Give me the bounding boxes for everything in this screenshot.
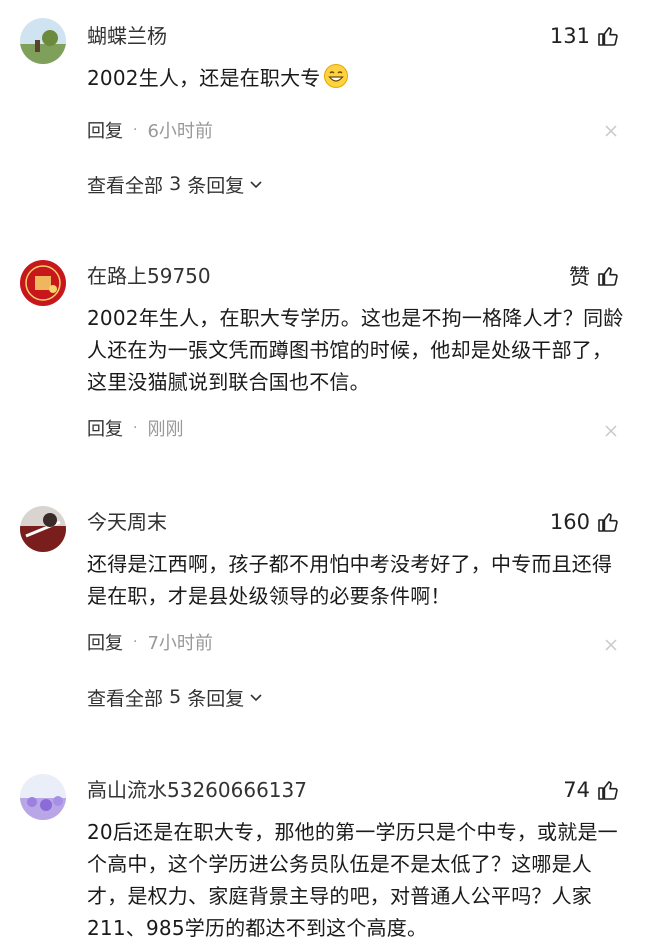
comment-text: 还得是江西啊，孩子都不用怕中考没考好了，中专而且还得是在职，才是县处级领导的必要… (87, 552, 613, 608)
chevron-down-icon (250, 181, 262, 189)
close-icon[interactable] (604, 638, 618, 652)
like-button[interactable]: 160 (550, 508, 620, 536)
separator-dot: · (133, 420, 138, 436)
separator-dot: · (133, 634, 138, 650)
comment-text: 20后还是在职大专，那他的第一学历只是个中专，或就是一个高中，这个学历进公务员队… (87, 820, 618, 940)
thumbs-up-icon (598, 27, 618, 46)
like-label: 赞 (569, 265, 590, 289)
close-icon[interactable] (604, 424, 618, 438)
avatar[interactable] (20, 18, 66, 64)
reply-button[interactable]: 回复 (87, 117, 123, 143)
like-button[interactable]: 赞 (569, 262, 620, 290)
avatar[interactable] (20, 774, 66, 820)
like-count: 160 (549, 510, 590, 534)
view-all-replies-button[interactable]: 查看全部 5 条回复 (87, 683, 264, 711)
avatar[interactable] (20, 506, 66, 552)
thumbs-up-icon (598, 267, 618, 286)
like-button[interactable]: 74 (563, 776, 620, 804)
chevron-down-icon (250, 694, 262, 702)
like-button[interactable]: 131 (550, 22, 620, 50)
comment-meta: 回复 · 7小时前 (87, 628, 213, 656)
thumbs-up-icon (598, 781, 618, 800)
username[interactable]: 在路上59750 (87, 262, 211, 290)
reply-button[interactable]: 回复 (87, 629, 123, 655)
grinning-face-emoji (323, 64, 348, 88)
username[interactable]: 高山流水53260666137 (87, 776, 307, 804)
comment-meta: 回复 · 刚刚 (87, 414, 183, 442)
timestamp: 7小时前 (147, 633, 213, 654)
close-icon[interactable] (604, 124, 618, 138)
view-all-replies-button[interactable]: 查看全部 3 条回复 (87, 170, 264, 198)
like-count: 131 (549, 24, 590, 48)
thumbs-up-icon (598, 513, 618, 532)
username[interactable]: 今天周末 (87, 508, 167, 536)
comment-meta: 回复 · 6小时前 (87, 116, 213, 144)
username[interactable]: 蝴蝶兰杨 (87, 22, 167, 50)
timestamp: 刚刚 (147, 419, 184, 440)
separator-dot: · (133, 122, 138, 138)
comment-text: 2002年生人，在职大专学历。这也是不拘一格降人才？同龄人还在为一張文凭而蹲图书… (87, 306, 624, 394)
reply-button[interactable]: 回复 (87, 415, 123, 441)
timestamp: 6小时前 (147, 121, 213, 142)
comment-text: 2002生人，还是在职大专 (87, 62, 632, 94)
avatar[interactable] (20, 260, 66, 306)
like-count: 74 (563, 778, 590, 802)
